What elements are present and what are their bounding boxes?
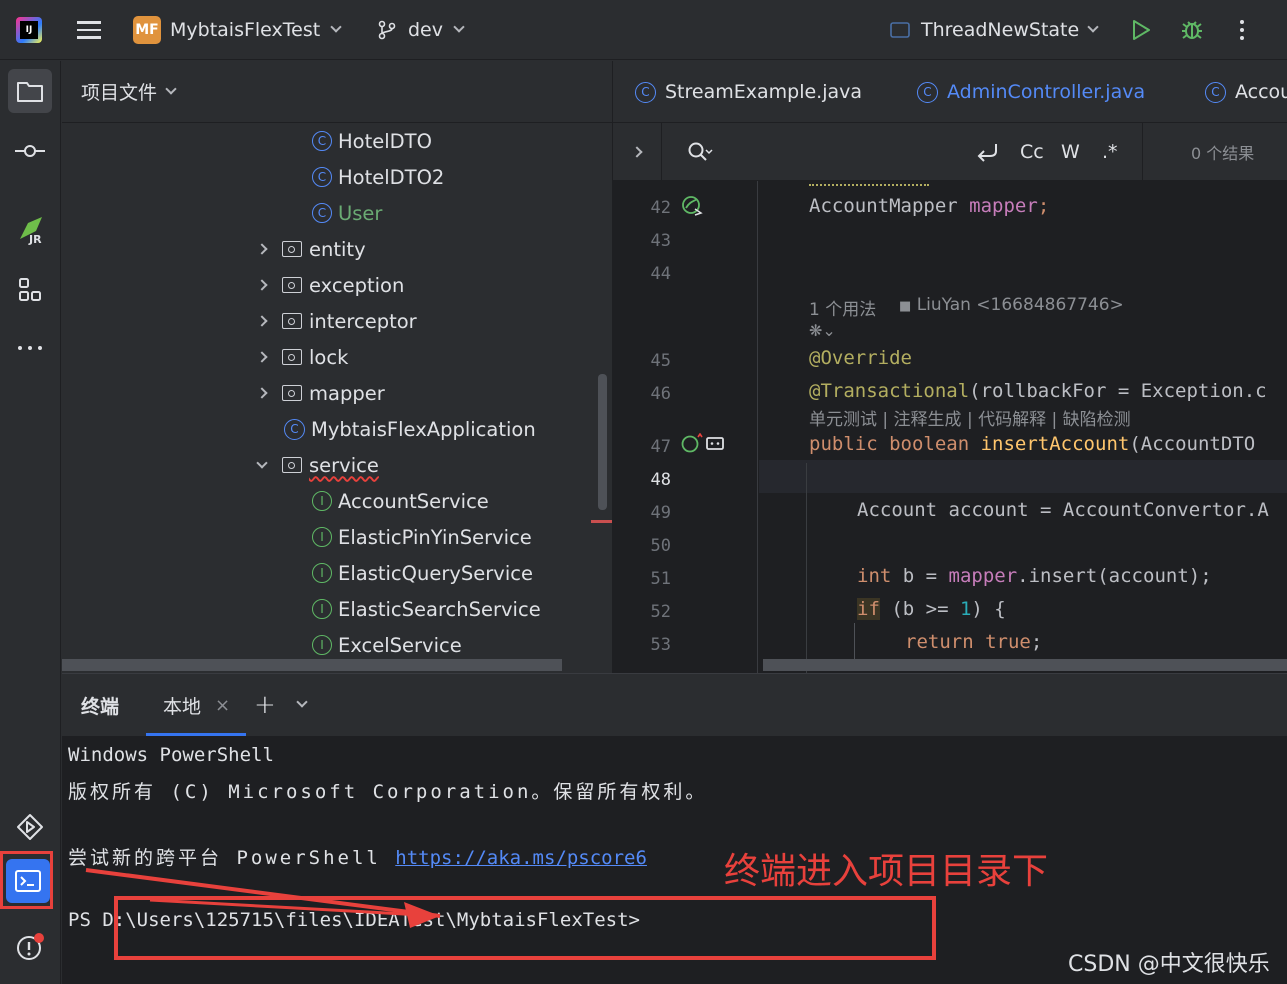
annotation-box bbox=[114, 896, 936, 960]
annotation-arrow-line bbox=[149, 898, 441, 918]
annotation-overlay bbox=[85, 868, 936, 960]
annotation-text: 终端进入项目目录下 bbox=[724, 851, 1049, 892]
annotation-arrow-line bbox=[85, 868, 441, 918]
watermark: CSDN @中文很快乐 bbox=[1068, 952, 1270, 977]
annotation-arrowhead bbox=[404, 902, 440, 928]
